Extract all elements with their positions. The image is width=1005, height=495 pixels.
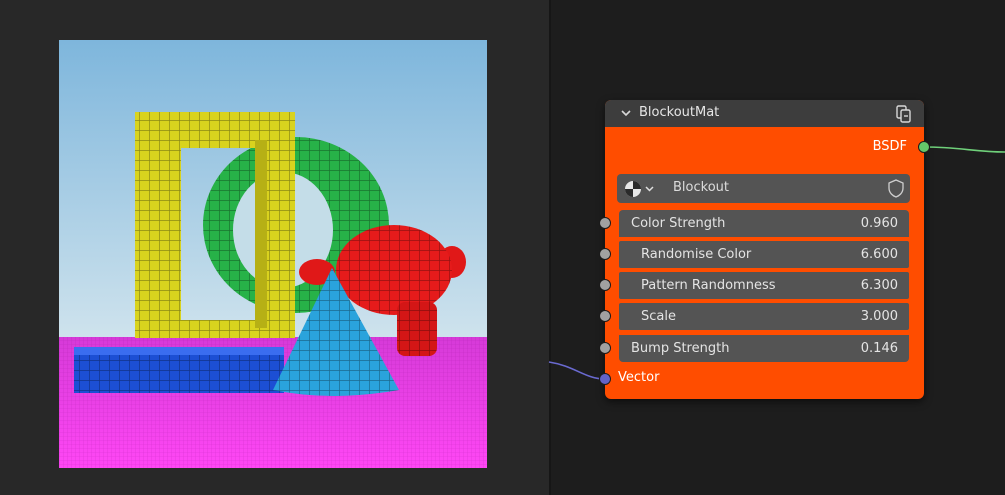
color-strength-socket[interactable] <box>599 217 611 229</box>
material-sphere-icon[interactable] <box>623 179 659 199</box>
field-label: Bump Strength <box>631 341 730 356</box>
pattern-randomness-field[interactable]: Pattern Randomness 6.300 <box>619 272 909 299</box>
bsdf-output-socket[interactable] <box>918 141 930 153</box>
pattern-randomness-socket[interactable] <box>599 279 611 291</box>
node-group-selector[interactable]: Blockout <box>617 174 910 203</box>
blockout-mat-node[interactable]: BlockoutMat BSDF Blockout Color Strength <box>599 100 930 399</box>
field-value: 0.960 <box>860 216 898 231</box>
field-label: Scale <box>641 309 676 324</box>
field-label: Pattern Randomness <box>641 278 776 293</box>
bsdf-output-label: BSDF <box>872 139 907 154</box>
field-value: 6.300 <box>860 278 898 293</box>
chevron-down-icon[interactable] <box>619 106 633 120</box>
node-header[interactable]: BlockoutMat <box>605 100 924 127</box>
field-value: 6.600 <box>860 247 898 262</box>
field-value: 3.000 <box>860 309 898 324</box>
vector-input-socket[interactable] <box>599 373 611 385</box>
vector-input-label: Vector <box>618 370 660 385</box>
shield-icon[interactable] <box>886 178 906 199</box>
node-group-icon[interactable] <box>894 104 914 124</box>
field-label: Color Strength <box>631 216 726 231</box>
bump-strength-field[interactable]: Bump Strength 0.146 <box>619 335 909 362</box>
field-label: Randomise Color <box>641 247 752 262</box>
color-strength-field[interactable]: Color Strength 0.960 <box>619 210 909 237</box>
node-title: BlockoutMat <box>639 105 720 120</box>
bump-strength-socket[interactable] <box>599 342 611 354</box>
field-value: 0.146 <box>860 341 898 356</box>
bsdf-output-link <box>923 146 1005 153</box>
randomise-color-field[interactable]: Randomise Color 6.600 <box>619 241 909 268</box>
vector-input-link <box>548 361 606 380</box>
scale-field[interactable]: Scale 3.000 <box>619 303 909 330</box>
randomise-color-socket[interactable] <box>599 248 611 260</box>
scale-socket[interactable] <box>599 310 611 322</box>
node-group-name: Blockout <box>673 180 729 195</box>
